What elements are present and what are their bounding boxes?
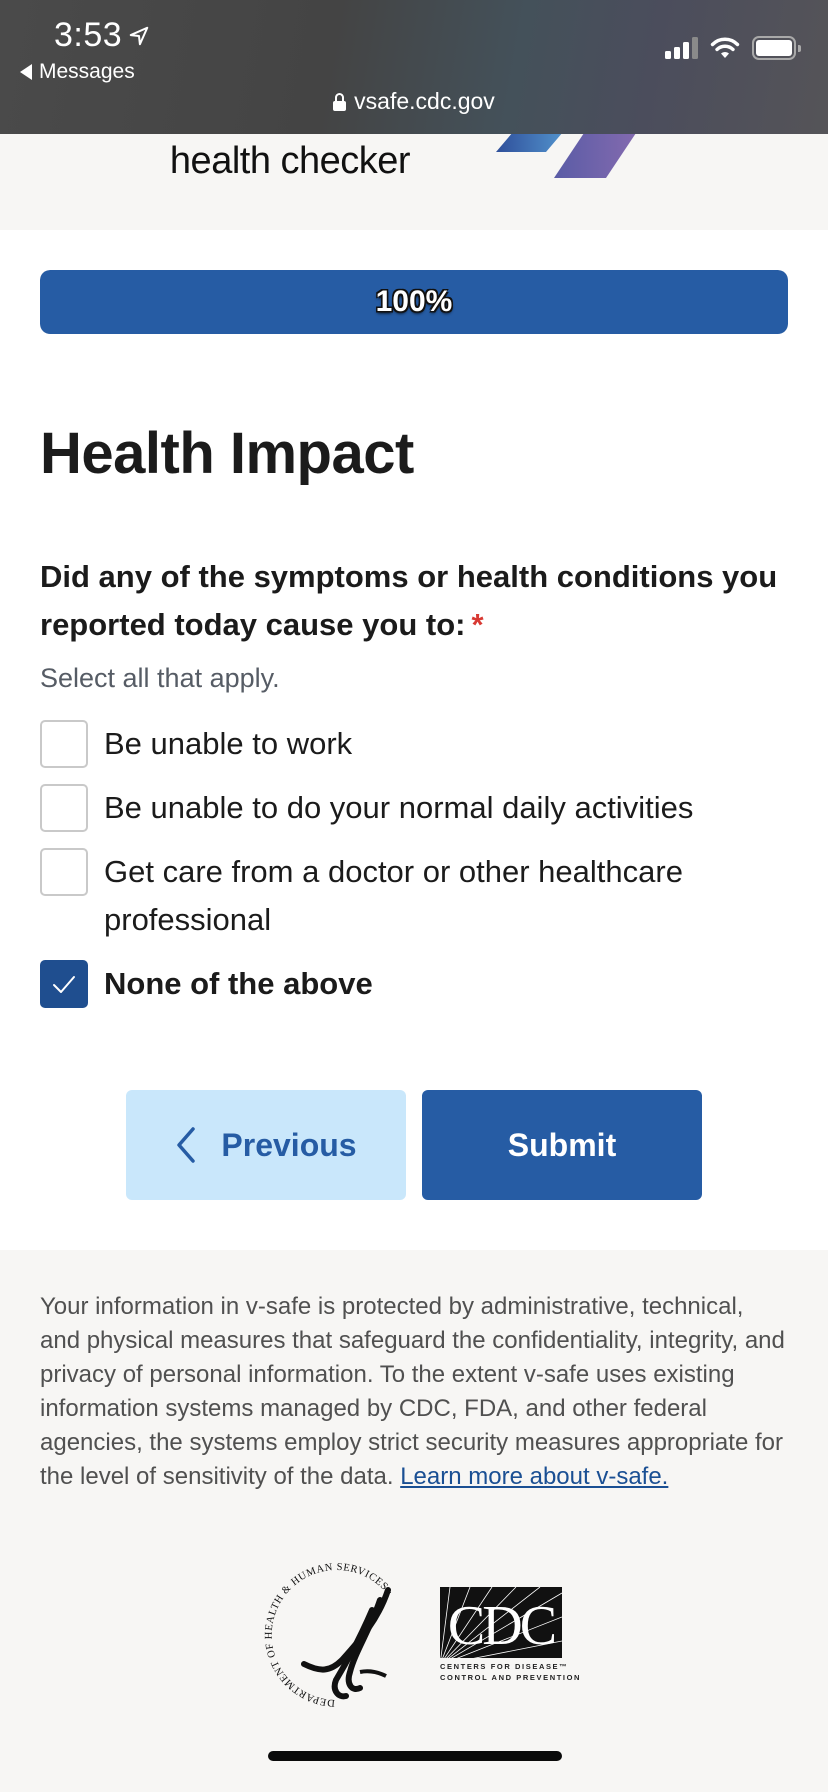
checkbox[interactable] bbox=[40, 848, 88, 896]
status-time: 3:53 bbox=[54, 16, 150, 55]
cdc-subtitle-2: CONTROL AND PREVENTION bbox=[440, 1673, 582, 1682]
ios-status-bar: 3:53 Messages vsafe.cdc.gov bbox=[0, 0, 828, 134]
option-unable-daily-activities[interactable]: Be unable to do your normal daily activi… bbox=[40, 784, 788, 832]
privacy-notice: Your information in v-safe is protected … bbox=[40, 1290, 790, 1494]
back-app-label: Messages bbox=[39, 60, 135, 83]
location-arrow-icon bbox=[129, 26, 149, 45]
option-label: Be unable to do your normal daily activi… bbox=[104, 790, 694, 825]
agency-logos: DEPARTMENT OF HEALTH & HUMAN SERVICES · … bbox=[260, 1560, 582, 1710]
option-label: Get care from a doctor or other healthca… bbox=[104, 854, 683, 937]
battery-icon bbox=[752, 36, 801, 60]
address-bar[interactable]: vsafe.cdc.gov bbox=[0, 88, 828, 115]
options-list: Be unable to work Be unable to do your n… bbox=[40, 720, 788, 1008]
required-marker: * bbox=[471, 607, 484, 642]
url-text: vsafe.cdc.gov bbox=[354, 88, 495, 114]
hhs-logo-icon: DEPARTMENT OF HEALTH & HUMAN SERVICES · … bbox=[260, 1560, 395, 1708]
previous-button[interactable]: Previous bbox=[126, 1090, 406, 1200]
back-triangle-icon bbox=[20, 64, 32, 80]
status-icons bbox=[665, 36, 801, 60]
cellular-signal-icon bbox=[665, 37, 698, 59]
progress-bar: 100% bbox=[40, 270, 788, 334]
chevron-left-icon bbox=[177, 1127, 196, 1163]
cdc-subtitle-1: CENTERS FOR DISEASE™ bbox=[440, 1662, 569, 1671]
svg-text:DEPARTMENT OF HEALTH & HUMAN S: DEPARTMENT OF HEALTH & HUMAN SERVICES · … bbox=[260, 1560, 395, 1708]
learn-more-link[interactable]: Learn more about v-safe. bbox=[400, 1463, 668, 1490]
option-label: None of the above bbox=[104, 966, 373, 1001]
question-hint: Select all that apply. bbox=[40, 663, 280, 693]
home-indicator[interactable] bbox=[268, 1751, 562, 1761]
checkbox[interactable] bbox=[40, 720, 88, 768]
checkmark-icon bbox=[53, 976, 75, 993]
question-label: Did any of the symptoms or health condit… bbox=[40, 553, 788, 649]
wifi-icon bbox=[710, 37, 740, 58]
option-get-care[interactable]: Get care from a doctor or other healthca… bbox=[40, 848, 788, 944]
form-navigation: Previous Submit bbox=[40, 1090, 788, 1200]
option-none-of-the-above[interactable]: None of the above bbox=[40, 960, 788, 1008]
cdc-text: CDC bbox=[447, 1595, 557, 1657]
checkbox[interactable] bbox=[40, 784, 88, 832]
cdc-logo: CDC CENTERS FOR DISEASE™ CONTROL AND PRE… bbox=[440, 1587, 582, 1683]
health-impact-form: 100% Health Impact Did any of the sympto… bbox=[40, 270, 788, 1200]
previous-label: Previous bbox=[221, 1126, 357, 1163]
submit-button[interactable]: Submit bbox=[422, 1090, 702, 1200]
time-text: 3:53 bbox=[54, 16, 123, 54]
option-unable-to-work[interactable]: Be unable to work bbox=[40, 720, 788, 768]
question-text: Did any of the symptoms or health condit… bbox=[40, 559, 778, 642]
option-label: Be unable to work bbox=[104, 726, 353, 761]
privacy-text: Your information in v-safe is protected … bbox=[40, 1293, 785, 1490]
footer: Your information in v-safe is protected … bbox=[0, 1250, 828, 1792]
cdc-logo-box: CDC bbox=[440, 1587, 562, 1658]
tagline-line-2: health checker bbox=[169, 140, 411, 182]
checkbox-checked[interactable] bbox=[40, 960, 88, 1008]
progress-label: 100% bbox=[375, 285, 453, 318]
lock-icon bbox=[333, 92, 347, 111]
back-to-messages-button[interactable]: Messages bbox=[20, 60, 135, 84]
page-title: Health Impact bbox=[40, 421, 414, 486]
